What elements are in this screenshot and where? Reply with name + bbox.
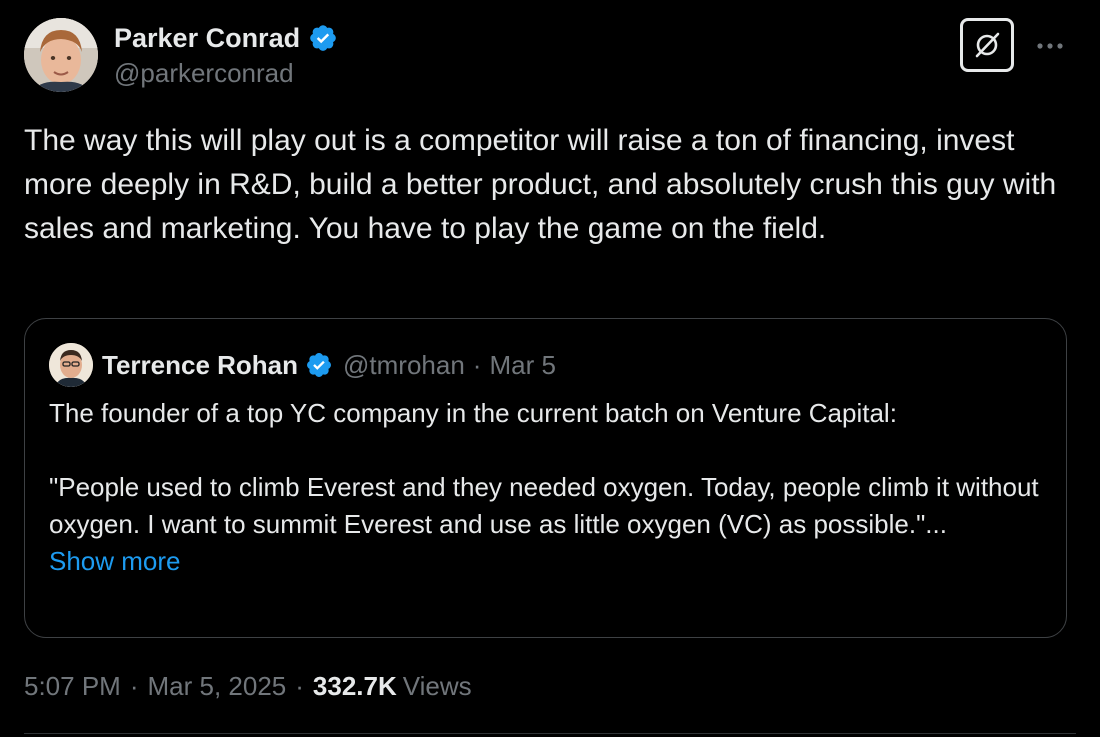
author-name[interactable]: Parker Conrad	[114, 23, 300, 54]
tweet: Parker Conrad @parkerconrad The way this…	[0, 0, 1100, 737]
author-avatar[interactable]	[24, 18, 98, 92]
avatar-illustration	[24, 18, 98, 92]
quoted-tweet-body: The founder of a top YC company in the c…	[49, 395, 1049, 580]
views-count[interactable]: 332.7K	[313, 671, 397, 702]
header-separator: ·	[472, 349, 482, 380]
more-options-button[interactable]	[1032, 32, 1068, 60]
more-horizontal-icon	[1037, 43, 1063, 49]
quoted-avatar-illustration	[49, 343, 93, 387]
tweet-text: The way this will play out is a competit…	[24, 124, 1057, 245]
tweet-date[interactable]: Mar 5, 2025	[148, 671, 287, 702]
tweet-meta: 5:07 PM · Mar 5, 2025 · 332.7K Views	[24, 667, 472, 705]
show-more-link[interactable]: Show more	[49, 543, 1049, 580]
quoted-paragraph-1: The founder of a top YC company in the c…	[49, 398, 897, 428]
views-label: Views	[402, 670, 472, 701]
quoted-tweet-date[interactable]: Mar 5	[489, 350, 555, 381]
divider	[24, 733, 1076, 734]
quoted-paragraph-2: "People used to climb Everest and they n…	[49, 472, 1039, 539]
grok-button[interactable]	[960, 18, 1014, 72]
quoted-author-handle[interactable]: @tmrohan	[343, 350, 465, 381]
verified-badge-icon[interactable]	[305, 351, 333, 379]
quoted-tweet-header: Terrence Rohan @tmrohan · Mar 5	[49, 343, 556, 387]
verified-badge-icon[interactable]	[308, 23, 338, 53]
meta-separator: ·	[129, 670, 139, 701]
quoted-tweet-card[interactable]: Terrence Rohan @tmrohan · Mar 5 The foun…	[24, 318, 1067, 638]
tweet-time[interactable]: 5:07 PM	[24, 671, 121, 702]
grok-icon	[975, 32, 1000, 58]
author-name-row: Parker Conrad	[114, 21, 338, 55]
quoted-author-avatar[interactable]	[49, 343, 93, 387]
quoted-author-name[interactable]: Terrence Rohan	[102, 350, 298, 381]
author-handle[interactable]: @parkerconrad	[114, 58, 294, 89]
meta-separator: ·	[295, 670, 304, 701]
